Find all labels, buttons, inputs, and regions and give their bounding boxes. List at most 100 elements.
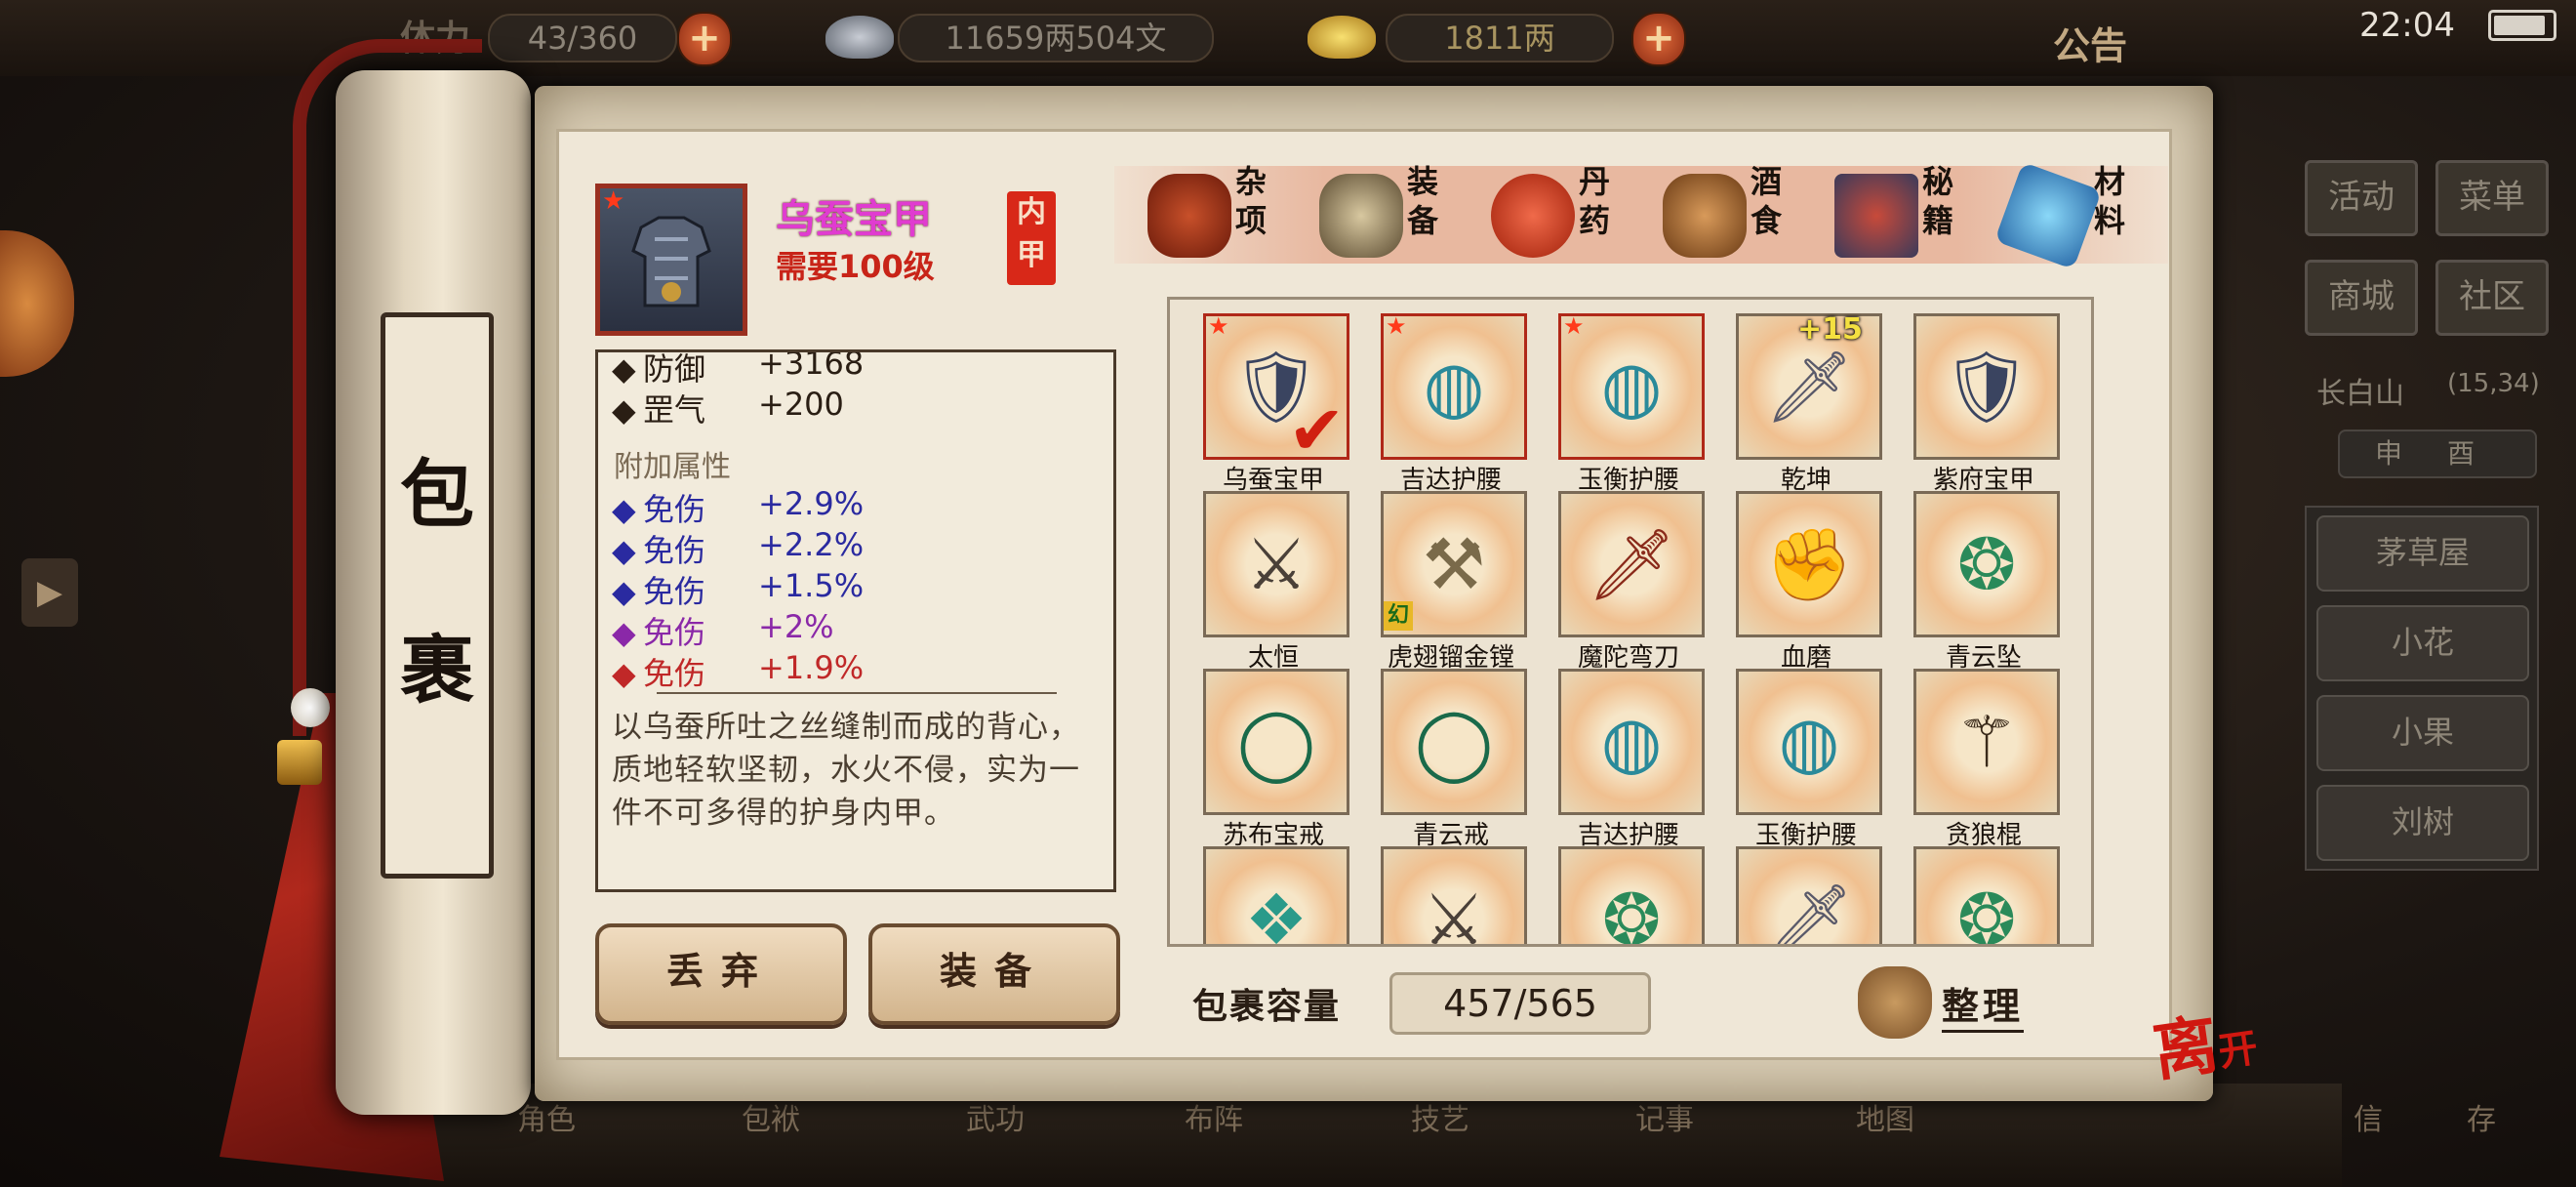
sword-icon: ⚔ <box>1422 879 1486 947</box>
nav-journal[interactable]: 记事 <box>1635 1095 1694 1138</box>
base-stat-row: ◆ 防御 +3168 <box>612 350 864 389</box>
pendant-icon: ❂ <box>1956 523 2017 605</box>
stat-label: 免伤 <box>643 491 706 528</box>
inventory-slot[interactable]: ⚒ 幻 <box>1381 491 1527 637</box>
nav-bag[interactable]: 包袱 <box>742 1095 800 1138</box>
tab-misc[interactable]: 杂项 <box>1147 156 1274 273</box>
item-description: 以乌蚕所吐之丝缝制而成的背心，质地轻软坚韧，水火不侵，实为一件不可多得的护身内甲… <box>612 710 1080 831</box>
inventory-slot[interactable]: 🗡 +15 <box>1736 312 1882 460</box>
inventory-slot[interactable]: ⚔ <box>1203 491 1349 637</box>
slot-seal-char: 甲 <box>1017 238 1046 272</box>
extra-stats-title: 附加属性 <box>614 450 731 484</box>
community-button[interactable]: 社区 <box>2435 260 2549 336</box>
nav-mail[interactable]: 信 <box>2354 1095 2383 1138</box>
jar-icon <box>1147 174 1231 258</box>
scroll-bead <box>291 688 330 727</box>
npc-item[interactable]: 刘树 <box>2316 785 2529 861</box>
pendant-icon: ❂ <box>1956 879 2017 947</box>
enhance-badge: +15 <box>1797 312 1863 347</box>
tab-label: 装备 <box>1406 163 1438 239</box>
stat-value: +200 <box>758 386 844 423</box>
npc-item[interactable]: 茅草屋 <box>2316 515 2529 592</box>
add-stamina-button[interactable]: + <box>677 12 732 66</box>
inventory-slot[interactable]: ⚚ <box>1913 669 2060 815</box>
tab-manuals[interactable]: 秘籍 <box>1834 156 1961 273</box>
gauntlet-icon: ✊ <box>1765 523 1853 605</box>
scroll-title-char: 裹 <box>400 627 474 714</box>
tab-pills[interactable]: 丹药 <box>1491 156 1618 273</box>
npc-item[interactable]: 小果 <box>2316 695 2529 771</box>
shop-button[interactable]: 商城 <box>2305 260 2418 336</box>
inventory-slot[interactable]: 🛡 ★ ✔ <box>1203 312 1349 471</box>
tab-label: 酒食 <box>1750 163 1782 239</box>
selected-item-requirement: 需要100级 <box>776 248 935 285</box>
time-dial: 申 酉 <box>2338 430 2537 478</box>
nav-character[interactable]: 角色 <box>517 1095 576 1138</box>
equip-button[interactable]: 装备 <box>868 923 1120 1025</box>
inventory-slot[interactable]: ⚔ <box>1381 846 1527 947</box>
inventory-slot[interactable]: 🗡 <box>1558 491 1705 637</box>
discard-button[interactable]: 丢弃 <box>595 923 847 1025</box>
inventory-slot[interactable]: 🛡 <box>1913 313 2060 460</box>
add-gold-button[interactable]: + <box>1631 12 1686 66</box>
time-mark-shen: 申 <box>2375 437 2403 470</box>
belt-icon: ◍ <box>1600 701 1663 783</box>
menu-button[interactable]: 菜单 <box>2435 160 2549 236</box>
extra-stat-row: ◆ 免伤 +2% <box>612 608 834 651</box>
notice-button[interactable]: 公告 <box>2053 16 2127 69</box>
nav-martial[interactable]: 武功 <box>966 1095 1025 1138</box>
leave-button[interactable]: 离开 <box>2147 987 2262 1094</box>
inventory-slot[interactable]: ◯ <box>1381 669 1527 815</box>
equipment-icon <box>1319 174 1403 258</box>
selected-item-name: 乌蚕宝甲 <box>776 197 932 242</box>
extra-stat-row: ◆ 免伤 +1.9% <box>612 649 865 692</box>
expand-arrow-icon[interactable]: ▶ <box>21 558 78 627</box>
equipped-check-icon: ✔ <box>1288 390 1346 471</box>
stamina-value: 43/360 <box>488 14 677 62</box>
inventory-slot[interactable]: ❖ <box>1203 846 1349 944</box>
npc-item[interactable]: 小花 <box>2316 605 2529 681</box>
star-icon: ★ <box>1563 312 1585 340</box>
inventory-slot[interactable]: ◍ ★ <box>1558 312 1705 460</box>
inventory-slot[interactable]: ◍ <box>1558 669 1705 815</box>
star-icon: ★ <box>1386 312 1407 340</box>
star-icon: ★ <box>602 186 625 216</box>
tab-materials[interactable]: 材料 <box>1993 156 2133 273</box>
stat-label: 免伤 <box>643 573 706 610</box>
stat-value: +2.2% <box>758 526 865 563</box>
ring-icon: ◯ <box>1414 701 1494 783</box>
wine-icon <box>1663 174 1747 258</box>
base-stat-row: ◆ 罡气 +200 <box>612 386 844 429</box>
stat-label: 防御 <box>643 350 706 388</box>
inventory-slot[interactable]: ◍ ★ <box>1381 312 1527 460</box>
time-mark-you: 酉 <box>2447 437 2475 470</box>
nav-map[interactable]: 地图 <box>1856 1095 1914 1138</box>
stat-value: +2% <box>758 608 834 645</box>
location-coords: (15,34) <box>2447 369 2540 398</box>
inventory-slot[interactable]: 🗡 <box>1736 846 1882 947</box>
scroll-clasp <box>277 740 322 785</box>
nav-storage[interactable]: 存 <box>2467 1095 2496 1138</box>
belt-icon: ◍ <box>1778 701 1840 783</box>
inventory-slot[interactable]: ✊ <box>1736 491 1882 637</box>
inventory-slot[interactable]: ◯ <box>1203 669 1349 815</box>
sort-button[interactable]: 整理 <box>1942 976 2025 1033</box>
nav-skills[interactable]: 技艺 <box>1411 1095 1469 1138</box>
inventory-slot[interactable]: ❂ <box>1558 846 1705 944</box>
npc-list: 茅草屋 小花 小果 刘树 <box>2305 506 2539 871</box>
tab-food[interactable]: 酒食 <box>1663 156 1790 273</box>
dagger-icon: 🗡 <box>1764 879 1854 947</box>
inventory-slot[interactable]: ❂ <box>1913 491 2060 637</box>
tab-equipment[interactable]: 装备 <box>1319 156 1446 273</box>
inventory-slot[interactable]: ❂ <box>1913 846 2060 947</box>
tab-label: 材料 <box>2093 163 2125 239</box>
nav-formation[interactable]: 布阵 <box>1185 1095 1243 1138</box>
tab-label: 秘籍 <box>1921 163 1953 239</box>
stat-value: +1.9% <box>758 649 865 686</box>
tab-label: 丹药 <box>1578 163 1610 239</box>
extra-stat-row: ◆ 免伤 +2.2% <box>612 526 865 569</box>
activity-button[interactable]: 活动 <box>2305 160 2418 236</box>
bag-icon[interactable] <box>1858 966 1932 1039</box>
inventory-slot[interactable]: ◍ <box>1736 669 1882 815</box>
location-name: 长白山 <box>2316 377 2404 411</box>
